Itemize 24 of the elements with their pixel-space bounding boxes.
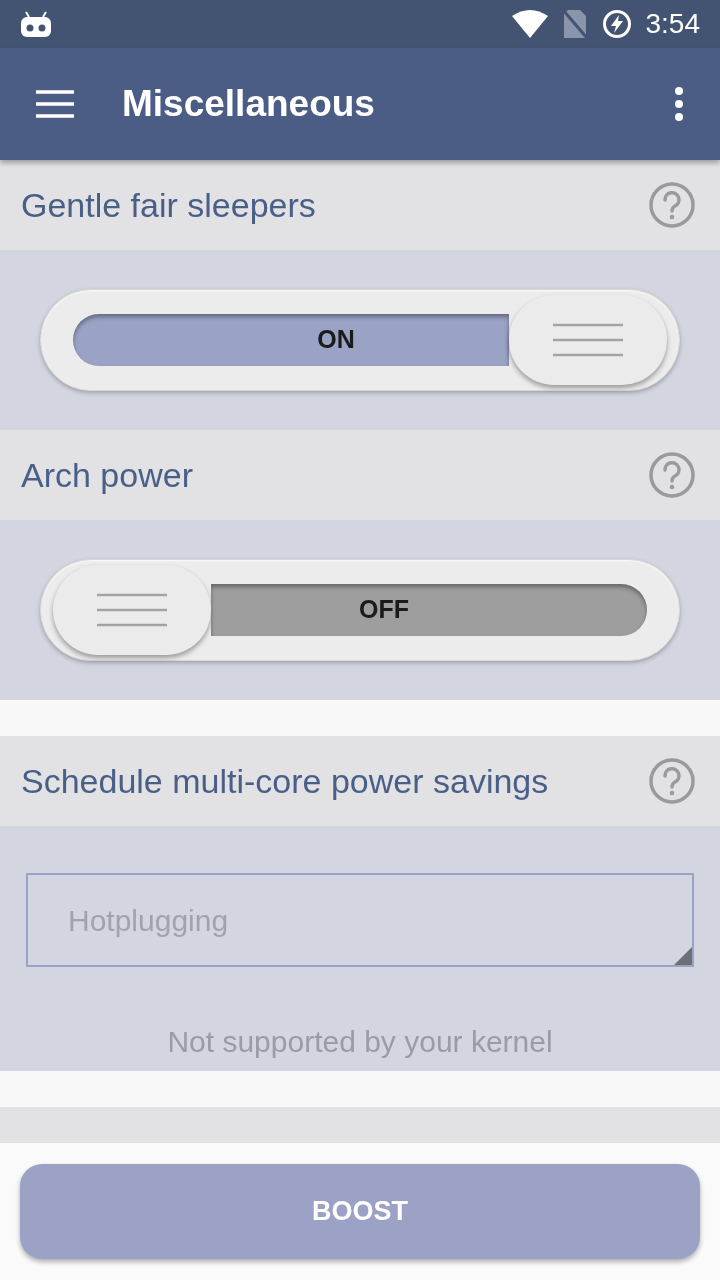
toggle-switch[interactable]: ON bbox=[40, 289, 680, 391]
grip-icon bbox=[553, 323, 623, 357]
switch-thumb[interactable] bbox=[509, 295, 667, 385]
toggle-switch[interactable]: OFF bbox=[40, 559, 680, 661]
section-title: Schedule multi-core power savings bbox=[21, 760, 549, 802]
robot-icon bbox=[20, 10, 52, 38]
help-icon[interactable] bbox=[648, 181, 696, 229]
charging-icon bbox=[601, 9, 632, 39]
switch-label: ON bbox=[317, 324, 355, 356]
wifi-icon bbox=[511, 10, 548, 38]
help-icon[interactable] bbox=[648, 451, 696, 499]
clock-time: 3:54 bbox=[645, 7, 700, 41]
more-icon[interactable] bbox=[674, 87, 684, 121]
no-sim-icon bbox=[561, 9, 588, 39]
switch-label: OFF bbox=[359, 594, 409, 626]
menu-icon[interactable] bbox=[36, 90, 74, 118]
switch-thumb[interactable] bbox=[53, 565, 211, 655]
grip-icon bbox=[97, 593, 167, 627]
help-icon[interactable] bbox=[648, 757, 696, 805]
app-bar-title: Miscellaneous bbox=[122, 82, 376, 127]
section-title: Gentle fair sleepers bbox=[21, 184, 316, 226]
unsupported-note: Not supported by your kernel bbox=[166, 1024, 554, 1060]
dropdown-corner-icon bbox=[674, 947, 692, 965]
section-title: Arch power bbox=[21, 454, 193, 496]
